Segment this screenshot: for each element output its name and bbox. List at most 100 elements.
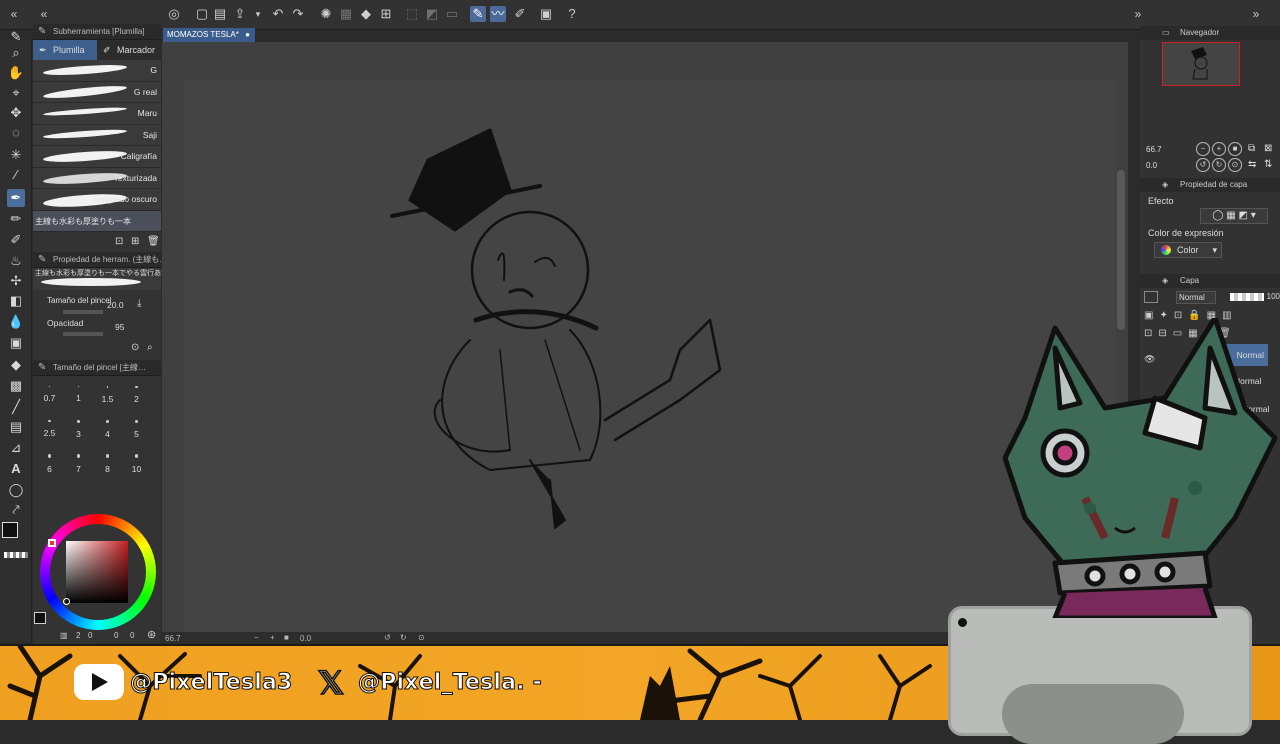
color-value-3[interactable]: 0 [114,631,118,640]
lasso-tool-icon[interactable]: ◌ [7,124,25,142]
hue-marker[interactable] [48,539,56,547]
layer-opacity-value[interactable]: 100 [1267,292,1280,301]
flip-vertical-icon[interactable]: ⇅ [1264,159,1272,170]
brush-item-sangrado-oscuro[interactable]: Sangrado oscuro [33,189,161,211]
fit-icon[interactable]: ■ [284,633,289,642]
brush-size-slider[interactable] [63,310,103,314]
rotate-left-icon[interactable]: ↺ [384,633,391,642]
stabilizer-icon[interactable]: 〰 [490,6,506,22]
collapse-left-icon-2[interactable]: « [36,6,52,22]
navigator-zoom-value[interactable]: 66.7 [1146,145,1162,154]
deselect-icon[interactable]: ⬚ [404,6,420,22]
collapse-left-icon[interactable]: « [6,6,22,22]
color-value-4[interactable]: 0 [130,631,134,640]
bucket-tool-icon[interactable]: ◆ [7,356,25,374]
eyedropper-icon[interactable]: ⁄ [7,166,25,184]
zoom-out-icon[interactable]: − [254,633,259,642]
pen-mode-icon[interactable]: ✎ [470,6,486,22]
correct-line-tool-icon[interactable]: ⤤ [7,501,25,519]
brush-size-preset[interactable]: 3 [64,420,93,450]
operation-tool-icon[interactable]: ⌖ [7,84,25,102]
transform-icon[interactable]: ⊞ [378,6,394,22]
navigator-preview[interactable] [1162,42,1240,86]
zoom-in-icon[interactable]: + [1212,142,1226,156]
brush-item-saji[interactable]: Saji [33,124,161,146]
fit-window-icon[interactable]: ⧉ [1248,143,1255,154]
color-value-1[interactable]: 2 [76,631,80,640]
fill-icon[interactable]: ◆ [358,6,374,22]
zoom-value[interactable]: 66.7 [165,634,181,643]
transparent-color-swatch[interactable] [4,552,28,558]
rotate-left-icon[interactable]: ↺ [1196,158,1210,172]
brush-size-preset[interactable]: 1 [64,386,93,416]
opacity-slider[interactable] [1230,293,1264,301]
brush-size-preset[interactable]: 6 [35,454,64,484]
undo-icon[interactable]: ↶ [270,6,286,22]
document-settings-icon[interactable]: ▣ [538,6,554,22]
effect-buttons[interactable]: ◯ ▦ ◩ ▾ [1200,208,1268,224]
redo-icon[interactable]: ↷ [290,6,306,22]
magic-wand-icon[interactable]: ✳ [7,146,25,164]
angle-value[interactable]: 0.0 [300,634,311,643]
rotate-right-icon[interactable]: ↻ [400,633,407,642]
invert-selection-icon[interactable]: ◩ [424,6,440,22]
brush-size-value[interactable]: 20.0 [107,300,124,310]
zoom-tool-icon[interactable]: ⌕ [7,44,25,62]
fit-screen-icon[interactable]: ⊠ [1264,143,1272,154]
zoom-out-icon[interactable]: − [1196,142,1210,156]
brush-size-preset[interactable]: 8 [93,454,122,484]
eraser-tool-icon[interactable]: ◧ [7,292,25,310]
airbrush-tool-icon[interactable]: ♨ [7,252,25,270]
brush-item-maru[interactable]: Maru [33,103,161,125]
hand-tool-icon[interactable]: ✋ [7,64,25,82]
blend-tool-icon[interactable]: 💧 [7,313,25,331]
open-file-icon[interactable]: ▤ [212,6,228,22]
fill-tool-icon[interactable]: ▣ [7,334,25,352]
brush-size-preset[interactable]: 2 [122,386,151,416]
brush-item-g[interactable]: G [33,60,161,82]
ruler-tool-icon[interactable]: ⊿ [7,439,25,457]
brush-item-texturizada[interactable]: Texturizada [33,167,161,189]
blend-mode-select[interactable]: Normal [1176,291,1216,304]
layer-color-icon[interactable] [1144,291,1158,303]
export-icon[interactable]: ⇪ [232,6,248,22]
figure-tool-icon[interactable]: ╱ [7,398,25,416]
brush-size-preset[interactable]: 1.5 [93,386,122,416]
loading-icon[interactable]: ✺ [318,6,334,22]
ruler-pen-icon[interactable]: ✐ [512,6,528,22]
brush-size-preset[interactable]: 4 [93,420,122,450]
app-menu-icon[interactable]: ◎ [166,6,182,22]
color-marker[interactable] [63,598,70,605]
move-tool-icon[interactable]: ✥ [7,104,25,122]
expression-color-select[interactable]: Color ▾ [1154,242,1222,258]
brush-size-preset[interactable]: 7 [64,454,93,484]
zoom-in-icon[interactable]: + [270,633,275,642]
brush-item-g-real[interactable]: G real [33,81,161,103]
brush-tool-icon[interactable]: ✐ [7,231,25,249]
brush-size-preset[interactable]: 10 [122,454,151,484]
reset-rotation-icon[interactable]: ⊙ [418,633,425,642]
pressure-icon[interactable]: ⤓ [137,298,141,309]
close-tab-icon[interactable]: ● [245,28,250,42]
rotate-right-icon[interactable]: ↻ [1212,158,1226,172]
vertical-scrollbar[interactable] [1117,170,1125,330]
new-file-icon[interactable]: ▢ [194,6,210,22]
color-value-2[interactable]: 0 [88,631,92,640]
text-tool-icon[interactable]: A [7,460,25,478]
decoration-tool-icon[interactable]: ✢ [7,272,25,290]
help-icon[interactable]: ? [564,6,580,22]
brush-size-preset[interactable]: 0.7 [35,386,64,416]
settings-icon[interactable]: ⊙ [131,342,139,353]
opacity-slider[interactable] [63,332,103,336]
flip-horizontal-icon[interactable]: ⇆ [1248,159,1256,170]
copy-subtool-icon[interactable]: ⊡ [115,236,123,247]
frame-tool-icon[interactable]: ▤ [7,418,25,436]
crop-icon[interactable]: ▭ [444,6,460,22]
new-subtool-icon[interactable]: ⊞ [131,236,139,247]
document-tab[interactable]: MOMAZOS TESLA* ● [163,28,255,42]
color-settings-icon[interactable]: ⊛ [147,628,156,641]
tab-plumilla[interactable]: ✒ Plumilla [33,40,97,60]
clear-icon[interactable]: ▦ [338,6,354,22]
brush-size-preset[interactable]: 2.5 [35,420,64,450]
tab-marcador[interactable]: ✐ Marcador [97,40,161,60]
